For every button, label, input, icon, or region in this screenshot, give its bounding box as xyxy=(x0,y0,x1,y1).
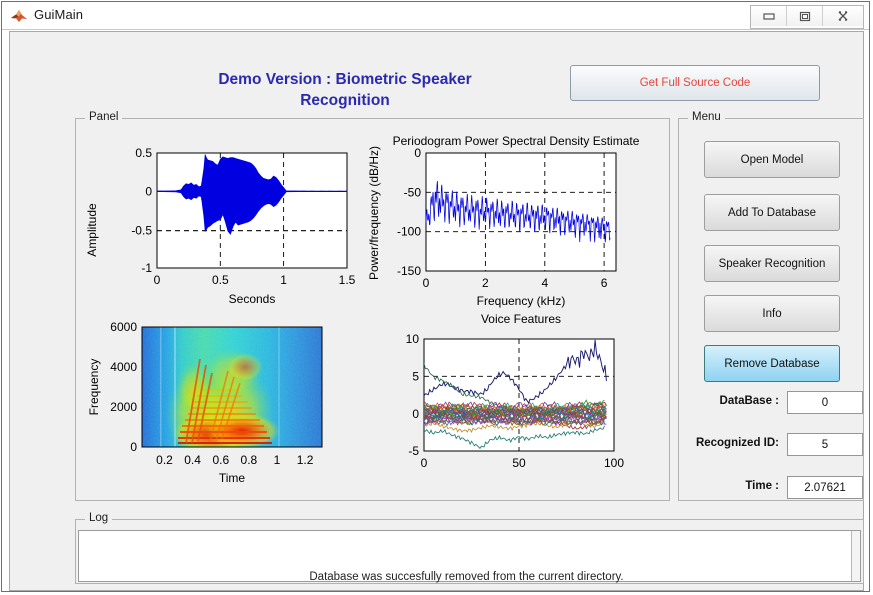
log-group: Log Database was succesfully removed fro… xyxy=(75,512,864,584)
application-window: GuiMain Demo Version: Biometric Speaker… xyxy=(0,0,873,595)
svg-text:0: 0 xyxy=(423,276,430,290)
svg-text:Periodogram Power Spectral Den: Periodogram Power Spectral Density Estim… xyxy=(393,134,640,148)
get-full-source-code-button[interactable]: Get Full Source Code xyxy=(570,65,820,101)
svg-text:0: 0 xyxy=(414,146,421,160)
svg-text:Seconds: Seconds xyxy=(229,292,276,306)
svg-text:1: 1 xyxy=(280,273,287,287)
svg-text:5: 5 xyxy=(412,370,419,384)
svg-text:Power/frequency (dB/Hz): Power/frequency (dB/Hz) xyxy=(367,146,381,280)
log-textbox[interactable]: Database was succesfully removed from th… xyxy=(78,530,861,583)
svg-text:0.8: 0.8 xyxy=(241,453,258,467)
remove-database-button[interactable]: Remove Database xyxy=(704,345,840,382)
matlab-icon xyxy=(10,7,28,25)
open-model-label: Open Model xyxy=(740,153,804,166)
svg-text:1: 1 xyxy=(274,453,281,467)
panel-group: Panel Amplitude 0.5 0 -0.5 -1 0 0.5 1 1.… xyxy=(75,111,670,501)
svg-text:-0.5: -0.5 xyxy=(131,224,152,238)
svg-text:10: 10 xyxy=(406,332,420,346)
svg-text:4000: 4000 xyxy=(110,360,137,374)
voice-features-plot: 10 5 0 -5 0 50 100 xyxy=(376,325,666,485)
svg-text:-50: -50 xyxy=(404,186,422,200)
svg-text:0: 0 xyxy=(412,407,419,421)
svg-text:0: 0 xyxy=(130,440,137,454)
database-field-row: DataBase : 0 xyxy=(679,391,865,415)
time-value[interactable]: 2.07621 xyxy=(787,476,863,499)
svg-text:4: 4 xyxy=(541,276,548,290)
get-full-source-code-label: Get Full Source Code xyxy=(639,77,751,89)
time-label: Time : xyxy=(745,480,779,492)
log-scrollbar[interactable] xyxy=(851,531,860,581)
open-model-button[interactable]: Open Model xyxy=(704,141,840,178)
svg-text:0.2: 0.2 xyxy=(156,453,173,467)
recognized-id-field-row: Recognized ID: 5 xyxy=(679,433,865,457)
close-button[interactable] xyxy=(823,6,863,26)
page-title: Demo Version : Biometric Speaker Recogni… xyxy=(170,70,520,112)
svg-text:50: 50 xyxy=(512,456,526,470)
svg-text:0.5: 0.5 xyxy=(212,273,229,287)
restore-button[interactable] xyxy=(787,6,823,26)
svg-text:0: 0 xyxy=(154,273,161,287)
psd-plot: Periodogram Power Spectral Density Estim… xyxy=(364,133,669,328)
title-bar: GuiMain xyxy=(2,2,869,30)
page-title-line2: Recognition xyxy=(300,91,390,109)
database-label: DataBase : xyxy=(719,395,779,407)
svg-text:0: 0 xyxy=(421,456,428,470)
page-title-line1: Demo Version : Biometric Speaker xyxy=(218,71,472,88)
svg-text:-100: -100 xyxy=(397,225,421,239)
svg-text:-150: -150 xyxy=(397,264,421,278)
database-value[interactable]: 0 xyxy=(787,391,863,414)
log-message: Database was succesfully removed from th… xyxy=(309,571,624,583)
svg-text:Amplitude: Amplitude xyxy=(85,203,99,257)
svg-text:Frequency (kHz): Frequency (kHz) xyxy=(477,294,566,308)
menu-group-label: Menu xyxy=(688,111,725,123)
svg-text:0.6: 0.6 xyxy=(212,453,229,467)
menu-group: Menu Open Model Add To Database Speaker … xyxy=(678,111,865,501)
svg-text:-5: -5 xyxy=(408,444,419,458)
svg-text:0: 0 xyxy=(145,185,152,199)
svg-text:0.4: 0.4 xyxy=(184,453,201,467)
info-button[interactable]: Info xyxy=(704,295,840,332)
svg-text:-1: -1 xyxy=(141,261,152,275)
client-area: Demo Version : Biometric Speaker Recogni… xyxy=(9,31,864,591)
recognized-id-value[interactable]: 5 xyxy=(787,433,863,456)
window-controls xyxy=(750,5,864,29)
panel-group-label: Panel xyxy=(85,111,123,123)
time-field-row: Time : 2.07621 xyxy=(679,476,865,500)
info-label: Info xyxy=(762,307,782,320)
add-to-database-label: Add To Database xyxy=(727,206,817,219)
svg-text:1.2: 1.2 xyxy=(297,453,314,467)
log-group-label: Log xyxy=(85,512,113,524)
remove-database-label: Remove Database xyxy=(724,357,820,370)
speaker-recognition-label: Speaker Recognition xyxy=(718,257,826,270)
spectrogram-plot: Frequency 6000 4000 2000 0 0.2 0.4 0.6 0… xyxy=(82,319,372,494)
svg-text:0.5: 0.5 xyxy=(135,146,152,160)
speaker-recognition-button[interactable]: Speaker Recognition xyxy=(704,245,840,282)
svg-text:6: 6 xyxy=(601,276,608,290)
minimize-button[interactable] xyxy=(751,6,787,26)
recognized-id-label: Recognized ID: xyxy=(695,437,779,449)
add-to-database-button[interactable]: Add To Database xyxy=(704,194,840,231)
svg-text:Voice Features: Voice Features xyxy=(481,312,561,326)
svg-text:2: 2 xyxy=(482,276,489,290)
svg-text:100: 100 xyxy=(604,456,624,470)
window-frame: GuiMain Demo Version: Biometric Speaker… xyxy=(1,1,870,592)
waveform-plot: Amplitude 0.5 0 -0.5 -1 0 0.5 1 1.5 Seco… xyxy=(82,135,372,325)
window-title: GuiMain xyxy=(34,7,84,22)
svg-text:Time: Time xyxy=(219,471,246,485)
svg-text:1.5: 1.5 xyxy=(339,273,356,287)
svg-text:2000: 2000 xyxy=(110,400,137,414)
svg-text:6000: 6000 xyxy=(110,320,137,334)
svg-text:Frequency: Frequency xyxy=(87,359,101,416)
